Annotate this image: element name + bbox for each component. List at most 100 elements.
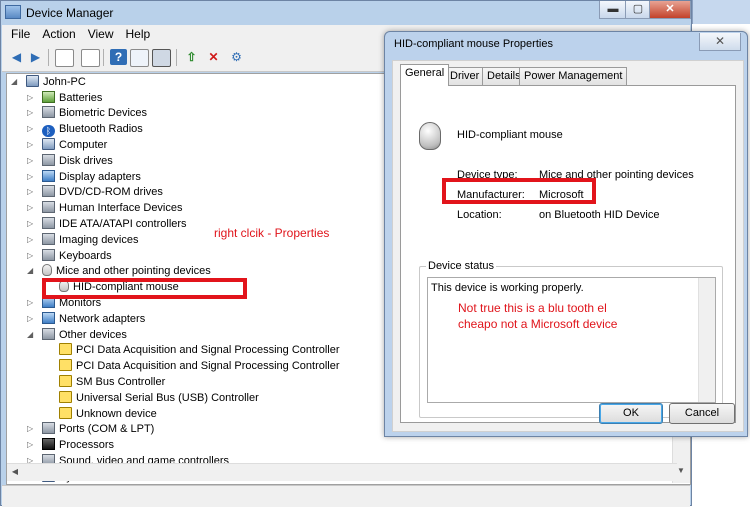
toolbar-separator (103, 49, 104, 66)
mouse-icon (419, 122, 441, 150)
device-name: HID-compliant mouse (457, 129, 563, 141)
unknown-device-icon (42, 327, 55, 340)
expand-arrow-icon[interactable]: ▷ (27, 169, 35, 185)
tree-child-item[interactable]: PCI Data Acquisition and Signal Processi… (59, 342, 340, 358)
tree-item-label: Universal Serial Bus (USB) Controller (76, 391, 259, 404)
warning-device-icon (59, 343, 72, 356)
tree-category-item[interactable]: ▷ Ports (COM & LPT) (27, 421, 154, 437)
properties-icon[interactable] (81, 49, 100, 67)
monitor-icon[interactable] (152, 49, 171, 67)
window-title: Device Manager (5, 3, 113, 23)
tree-item-label: Other devices (59, 328, 127, 341)
warning-device-icon (59, 374, 72, 387)
device-status-group: Device status This device is working pro… (419, 260, 723, 418)
collapse-arrow-icon[interactable]: ◢ (27, 263, 35, 279)
menu-help[interactable]: Help (120, 25, 157, 44)
tree-category-item[interactable]: ▷ Network adapters (27, 311, 145, 327)
menu-view[interactable]: View (82, 25, 120, 44)
tree-child-item[interactable]: PCI Data Acquisition and Signal Processi… (59, 358, 340, 374)
not-microsoft-annotation: Not true this is a blu tooth el cheapo n… (458, 301, 618, 331)
general-tab-panel: HID-compliant mouse Device type: Mice an… (400, 85, 736, 423)
dialog-close-button[interactable]: ✕ (699, 33, 741, 51)
menu-action[interactable]: Action (36, 25, 81, 44)
background-window-edge (692, 0, 750, 24)
update-driver-icon[interactable]: ⇧ (183, 49, 200, 65)
tree-item-label: Processors (59, 439, 115, 452)
maximize-button[interactable]: ▢ (625, 1, 651, 19)
expand-arrow-icon[interactable]: ▷ (27, 437, 35, 453)
expand-arrow-icon[interactable]: ▷ (27, 105, 35, 121)
biometric-icon (42, 106, 55, 119)
status-scrollbar[interactable] (698, 278, 715, 402)
tree-category-item[interactable]: ▷ ᛒ Bluetooth Radios (27, 121, 143, 138)
show-hidden-icon[interactable] (130, 49, 149, 67)
tab-driver[interactable]: Driver (445, 67, 485, 85)
tree-category-item[interactable]: ▷ Display adapters (27, 169, 141, 185)
tree-child-item[interactable]: Unknown device (59, 406, 157, 422)
status-bar (2, 485, 690, 507)
expand-arrow-icon[interactable]: ▷ (27, 121, 35, 137)
expand-arrow-icon[interactable]: ▷ (27, 216, 35, 232)
forward-arrow-icon[interactable]: ▶ (27, 49, 44, 65)
tree-category-item[interactable]: ▷ DVD/CD-ROM drives (27, 184, 163, 200)
tree-item-label: PCI Data Acquisition and Signal Processi… (76, 360, 340, 373)
scan-hardware-icon[interactable]: ⚙ (228, 49, 245, 65)
computer-icon (42, 137, 55, 150)
tree-item-label: Human Interface Devices (59, 202, 183, 215)
expand-arrow-icon[interactable]: ▷ (27, 311, 35, 327)
menu-file[interactable]: File (5, 25, 36, 44)
show-hide-tree-icon[interactable] (55, 49, 74, 67)
help-icon[interactable]: ? (110, 49, 127, 65)
device-status-text: This device is working properly. (431, 282, 584, 294)
expand-arrow-icon[interactable]: ▷ (27, 200, 35, 216)
display-adapter-icon (42, 169, 55, 182)
tree-category-item[interactable]: ▷ Processors (27, 437, 114, 453)
tab-general[interactable]: General (400, 64, 450, 86)
camera-icon (42, 232, 55, 245)
minimize-button[interactable]: ▬ (599, 1, 627, 19)
tree-category-item[interactable]: ▷ Disk drives (27, 153, 113, 169)
tree-item-label: DVD/CD-ROM drives (59, 186, 163, 199)
device-status-legend: Device status (426, 260, 497, 272)
tab-power-management[interactable]: Power Management (519, 67, 628, 85)
expand-arrow-icon[interactable]: ▷ (27, 232, 35, 248)
tree-category-item[interactable]: ◢ Mice and other pointing devices (27, 263, 211, 279)
tree-category-item[interactable]: ▷ Keyboards (27, 248, 112, 264)
collapse-arrow-icon[interactable]: ◢ (27, 327, 35, 343)
uninstall-icon[interactable]: ✕ (205, 49, 222, 65)
ok-button[interactable]: OK (599, 403, 663, 424)
collapse-arrow-icon[interactable]: ◢ (11, 74, 19, 90)
highlight-box-manufacturer (442, 178, 596, 204)
tree-child-item[interactable]: Universal Serial Bus (USB) Controller (59, 390, 259, 406)
expand-arrow-icon[interactable]: ▷ (27, 137, 35, 153)
location-label: Location: (457, 209, 502, 221)
tree-category-item[interactable]: ▷ Computer (27, 137, 107, 153)
port-icon (42, 422, 55, 435)
expand-arrow-icon[interactable]: ▷ (27, 153, 35, 169)
tree-category-item[interactable]: ▷ IDE ATA/ATAPI controllers (27, 216, 187, 232)
tree-item-label: IDE ATA/ATAPI controllers (59, 217, 187, 230)
expand-arrow-icon[interactable]: ▷ (27, 295, 35, 311)
tree-category-item[interactable]: ▷ Imaging devices (27, 232, 139, 248)
expand-arrow-icon[interactable]: ▷ (27, 421, 35, 437)
tree-category-item[interactable]: ▷ Human Interface Devices (27, 200, 183, 216)
tree-item-label: Ports (COM & LPT) (59, 423, 155, 436)
cancel-button[interactable]: Cancel (669, 403, 735, 424)
back-arrow-icon[interactable]: ◀ (8, 49, 25, 65)
horizontal-scrollbar[interactable]: ◀ (7, 463, 677, 481)
highlight-box-hid-mouse (42, 278, 247, 299)
dialog-title: HID-compliant mouse Properties (394, 38, 553, 50)
expand-arrow-icon[interactable]: ▷ (27, 248, 35, 264)
right-click-annotation: right clcik - Properties (214, 226, 330, 240)
tree-category-item[interactable]: ▷ Biometric Devices (27, 105, 147, 121)
scroll-left-icon[interactable]: ◀ (7, 464, 23, 480)
expand-arrow-icon[interactable]: ▷ (27, 184, 35, 200)
device-status-textbox[interactable]: This device is working properly. Not tru… (427, 277, 716, 403)
bluetooth-icon: ᛒ (42, 125, 55, 138)
tree-child-item[interactable]: SM Bus Controller (59, 374, 165, 390)
tree-root[interactable]: ◢ John-PC (11, 74, 86, 90)
tree-category-item[interactable]: ◢ Other devices (27, 327, 127, 343)
tree-category-item[interactable]: ▷ Batteries (27, 90, 102, 106)
expand-arrow-icon[interactable]: ▷ (27, 90, 35, 106)
close-button[interactable]: ✕ (649, 1, 691, 19)
